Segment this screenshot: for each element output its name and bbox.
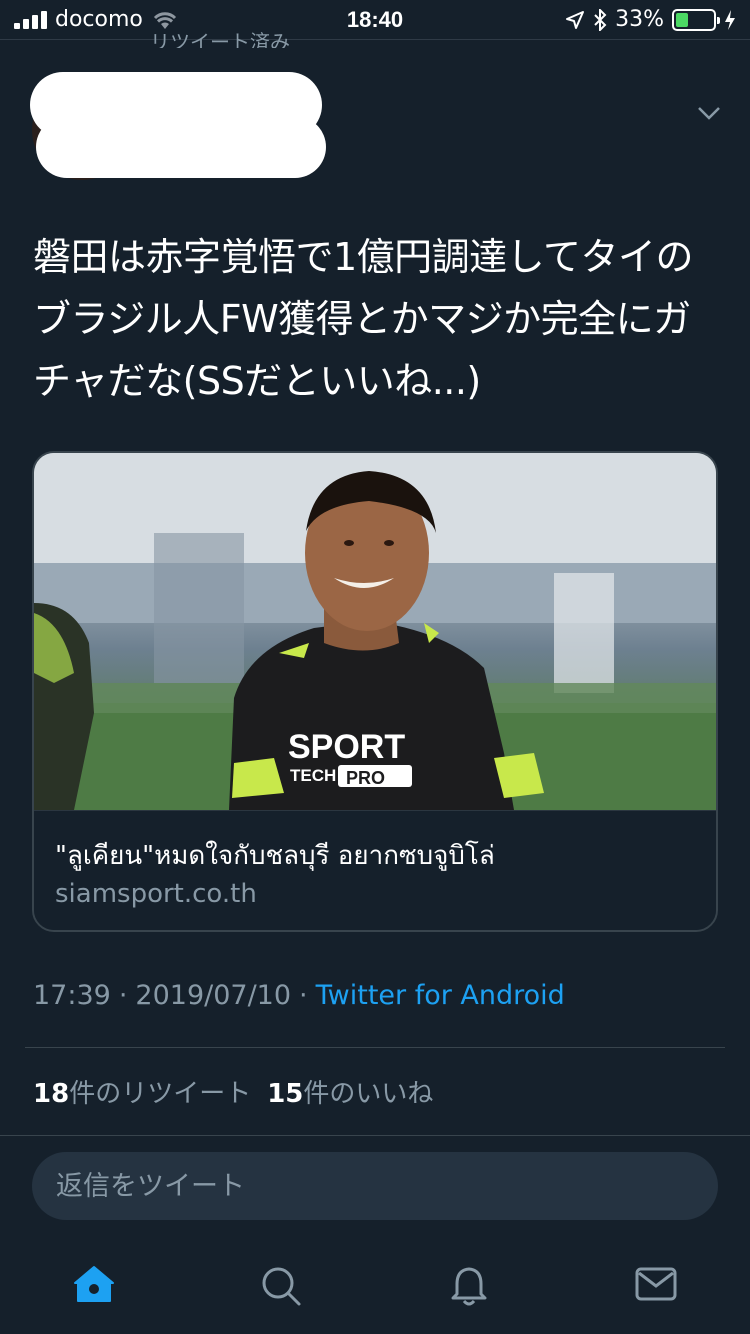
tweet-date: 2019/07/10 xyxy=(135,980,292,1011)
charging-icon xyxy=(725,9,735,30)
retweet-stat[interactable]: 18件のリツイート xyxy=(33,1073,251,1110)
reply-input[interactable] xyxy=(56,1152,696,1220)
reply-box[interactable] xyxy=(32,1152,718,1220)
card-image: SPORT TECH PRO xyxy=(34,453,716,810)
svg-text:SPORT: SPORT xyxy=(288,728,405,766)
carrier-name: docomo xyxy=(55,7,143,32)
retweet-label: 件のリツイート xyxy=(69,1079,252,1109)
retweet-count: 18 xyxy=(33,1079,70,1109)
svg-text:PRO: PRO xyxy=(346,768,385,788)
meta-separator: · xyxy=(299,980,308,1011)
card-title[interactable]: "ลูเคียน"หมดใจกับชลบุรี อยากซบจูบิโล่ xyxy=(55,835,495,876)
chevron-down-icon[interactable] xyxy=(694,98,724,128)
link-card[interactable]: SPORT TECH PRO "ลูเคียน"หมดใจกับชลบุรี อ… xyxy=(32,451,718,932)
like-count: 15 xyxy=(267,1079,304,1109)
tweet-source-link[interactable]: Twitter for Android xyxy=(316,980,565,1011)
status-bar: docomo 18:40 33% xyxy=(0,0,750,40)
retweet-banner: リツイート済み xyxy=(150,30,290,48)
tweet-meta: 17:39 · 2019/07/10 · Twitter for Android xyxy=(33,980,565,1011)
card-domain: siamsport.co.th xyxy=(55,879,257,909)
tab-bar xyxy=(0,1240,750,1334)
tab-search[interactable] xyxy=(188,1240,376,1334)
search-icon xyxy=(262,1267,301,1306)
svg-text:TECH: TECH xyxy=(290,766,336,785)
messages-icon xyxy=(635,1267,677,1301)
signal-icon xyxy=(14,10,47,29)
tweet-time: 17:39 xyxy=(33,980,111,1011)
redaction-mark xyxy=(30,72,330,182)
like-stat[interactable]: 15件のいいね xyxy=(267,1073,433,1110)
tweet-text: 磐田は赤字覚悟で1億円調達してタイのブラジル人FW獲得とかマジか完全にガチャだな… xyxy=(33,235,694,403)
bluetooth-icon xyxy=(594,8,607,31)
clock: 18:40 xyxy=(346,6,404,32)
location-icon xyxy=(566,10,585,29)
battery-percent: 33% xyxy=(615,7,664,32)
tab-notifications[interactable] xyxy=(375,1240,563,1334)
tab-home[interactable] xyxy=(0,1240,188,1334)
notifications-icon xyxy=(451,1267,487,1306)
divider xyxy=(25,1047,725,1048)
tab-messages[interactable] xyxy=(563,1240,750,1334)
battery-icon xyxy=(672,8,720,31)
home-icon xyxy=(73,1266,114,1302)
tweet-stats: 18件のリツイート 15件のいいね xyxy=(33,1073,433,1110)
meta-separator: · xyxy=(118,980,128,1011)
card-body[interactable]: "ลูเคียน"หมดใจกับชลบุรี อยากซบจูบิโล่ si… xyxy=(34,810,716,930)
divider xyxy=(0,1135,750,1136)
like-label: 件のいいね xyxy=(303,1079,434,1109)
